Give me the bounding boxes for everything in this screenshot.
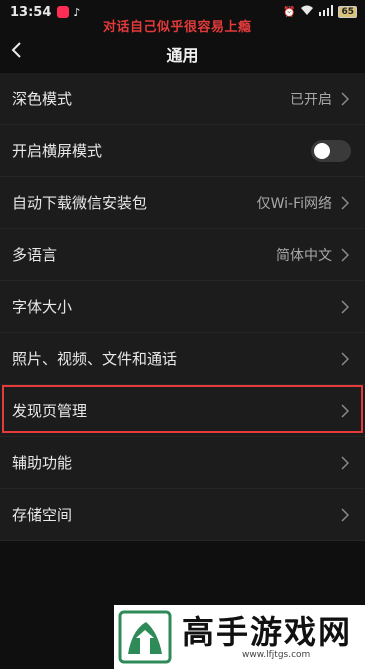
status-icons: ⏰ 65	[283, 5, 357, 19]
toggle-knob	[314, 142, 330, 159]
chevron-right-icon	[340, 351, 350, 366]
setting-auto-download[interactable]: 自动下载微信安装包 仅Wi-Fi网络	[0, 177, 365, 229]
wifi-icon	[300, 5, 314, 19]
setting-label: 照片、视频、文件和通话	[12, 350, 178, 368]
chevron-right-icon	[340, 91, 350, 106]
setting-label: 多语言	[12, 246, 58, 264]
setting-landscape-mode: 开启横屏模式	[0, 125, 365, 177]
setting-media[interactable]: 照片、视频、文件和通话	[0, 333, 365, 385]
app-notification-icon	[57, 6, 70, 18]
chevron-right-icon	[340, 455, 350, 470]
setting-label: 字体大小	[12, 298, 73, 316]
settings-list: 深色模式 已开启 开启横屏模式 自动下载微信安装包 仅Wi-Fi网络 多语言 简…	[0, 73, 365, 541]
setting-label: 深色模式	[12, 90, 73, 108]
status-time: 13:54	[10, 4, 52, 20]
chevron-right-icon	[340, 299, 350, 314]
signal-icon	[319, 5, 334, 19]
setting-value: 已开启	[290, 91, 332, 108]
setting-accessibility[interactable]: 辅助功能	[0, 437, 365, 489]
setting-dark-mode[interactable]: 深色模式 已开启	[0, 73, 365, 125]
chevron-right-icon	[340, 195, 350, 210]
highlight-box	[2, 385, 363, 433]
chevron-right-icon	[340, 507, 350, 522]
setting-value: 简体中文	[276, 247, 332, 264]
battery-icon: 65	[338, 6, 357, 18]
setting-storage[interactable]: 存储空间	[0, 489, 365, 541]
setting-value: 仅Wi-Fi网络	[256, 195, 332, 212]
page-title: 通用	[166, 46, 199, 65]
alarm-icon: ⏰	[283, 6, 296, 18]
watermark-title: 高手游戏网	[182, 613, 353, 651]
chevron-right-icon	[340, 247, 350, 262]
setting-label: 开启横屏模式	[12, 142, 103, 160]
landscape-toggle[interactable]	[311, 139, 351, 162]
setting-label: 辅助功能	[12, 454, 73, 472]
watermark-logo-icon	[118, 610, 172, 664]
watermark-url: www.lfjtgs.com	[242, 650, 311, 660]
setting-font-size[interactable]: 字体大小	[0, 281, 365, 333]
setting-language[interactable]: 多语言 简体中文	[0, 229, 365, 281]
watermark: 高手游戏网 www.lfjtgs.com	[114, 605, 365, 669]
tiktok-icon: ♪	[73, 5, 81, 19]
nav-bar: 通用	[0, 32, 365, 72]
setting-label: 自动下载微信安装包	[12, 194, 148, 212]
setting-label: 存储空间	[12, 506, 73, 524]
